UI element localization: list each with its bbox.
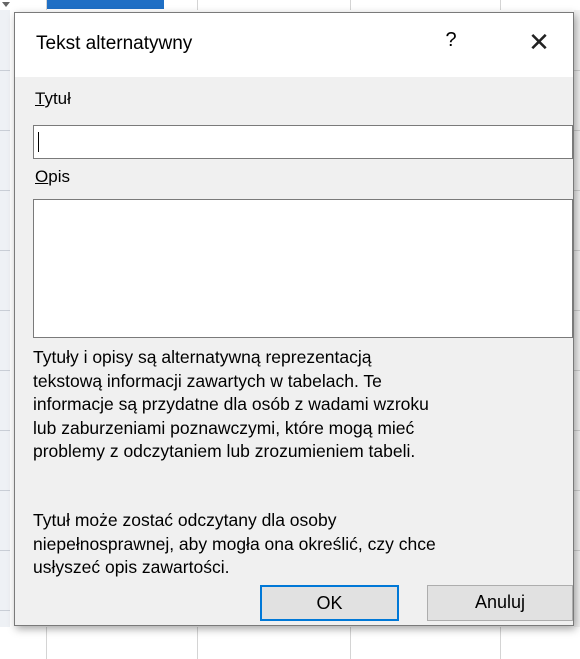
dialog-title: Tekst alternatywny — [36, 33, 193, 54]
grid-line — [500, 0, 501, 10]
selected-cell-highlight — [46, 0, 164, 9]
ok-button[interactable]: OK — [260, 585, 399, 621]
help-button[interactable]: ? — [440, 29, 462, 57]
grid-line — [197, 0, 198, 10]
grid-line — [46, 0, 47, 10]
dialog-titlebar[interactable]: Tekst alternatywny ? ✕ — [15, 13, 573, 77]
text-caret — [38, 132, 39, 152]
grid-line — [46, 627, 47, 659]
help-text-paragraph-2: Tytuł może zostać odczytany dla osoby ni… — [33, 510, 436, 577]
close-icon[interactable]: ✕ — [523, 27, 555, 59]
description-label-text: pis — [48, 167, 70, 186]
help-text-paragraph-1: Tytuły i opisy są alternatywną reprezent… — [33, 347, 429, 461]
sheet-edge-strip — [574, 10, 580, 627]
description-textarea[interactable] — [33, 199, 573, 338]
select-all-arrow-icon[interactable] — [2, 2, 10, 7]
row-header-strip — [0, 10, 10, 627]
title-input[interactable] — [33, 125, 573, 159]
grid-line — [500, 627, 501, 659]
cancel-button[interactable]: Anuluj — [427, 585, 573, 621]
description-field-label: Opis — [35, 167, 70, 187]
grid-line — [350, 0, 351, 10]
grid-line — [197, 627, 198, 659]
grid-line — [350, 627, 351, 659]
description-access-key: O — [35, 167, 49, 186]
alt-text-dialog: Tekst alternatywny ? ✕ Tytuł Opis Tytuły… — [14, 12, 574, 626]
title-label-text: ytuł — [44, 89, 71, 108]
title-field-label: Tytuł — [35, 89, 71, 109]
